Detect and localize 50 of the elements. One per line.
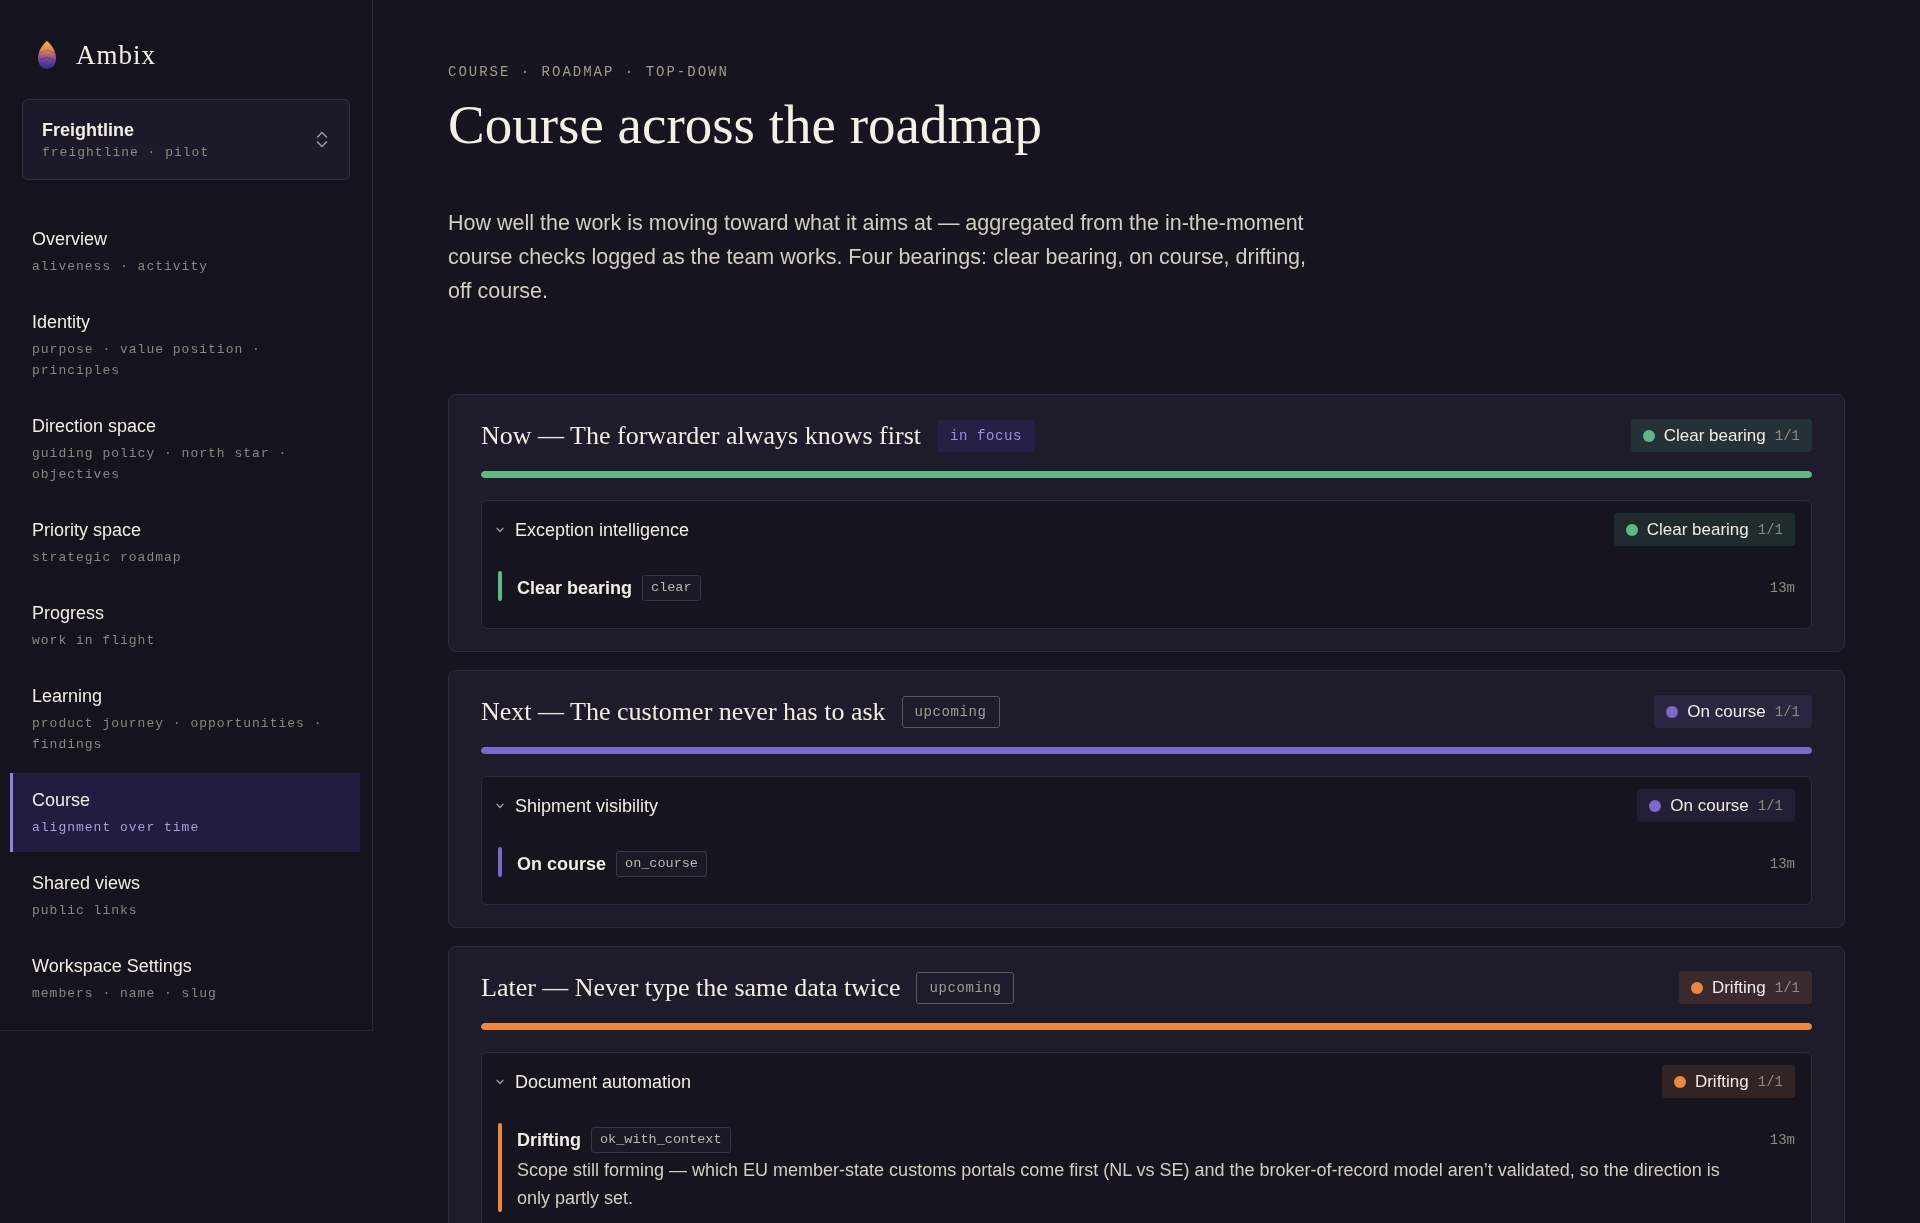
horizon-title: Next — The customer never has to ask xyxy=(481,696,886,728)
brand-name: Ambix xyxy=(76,40,156,70)
horizon-title: Later — Never type the same data twice xyxy=(481,972,901,1004)
check-code: on_course xyxy=(616,851,707,877)
gem-logo-icon xyxy=(38,41,56,69)
status-label: On course xyxy=(1687,700,1766,723)
status-count: 1/1 xyxy=(1757,796,1783,816)
nav-item[interactable]: Workspace Settings members · name · slug xyxy=(10,939,360,1018)
initiative-toggle[interactable]: Document automation xyxy=(496,1068,696,1095)
horizon-tag: upcoming xyxy=(901,695,1000,728)
check-time: 13m xyxy=(1769,1130,1795,1150)
nav-item[interactable]: Priority space strategic roadmap xyxy=(10,503,360,582)
chevron-up-down-icon xyxy=(316,131,328,148)
check-note: Scope still forming — which EU member-state customs portals come first (NL vs SE) and the broker-of-record model aren’t validated, so the direction is only partly set. xyxy=(517,1159,1721,1210)
nav-item[interactable]: Learning product journey · opportunities · findings xyxy=(10,669,360,769)
nav-item[interactable]: Identity purpose · value position · principles xyxy=(10,295,360,395)
nav-item[interactable]: Shared views public links xyxy=(10,856,360,935)
page-description: How well the work is moving toward what it aims at — aggregated from the in-the-moment course checks logged as the team works. Four bearings: clear bearing, on course, drifting, off course. xyxy=(448,210,1308,305)
status-label: On course xyxy=(1670,794,1749,817)
check-time: 13m xyxy=(1769,854,1795,874)
breadcrumb-text: COURSE · ROADMAP · TOP-DOWN xyxy=(448,63,730,82)
check-code: clear xyxy=(642,575,701,601)
nav-item[interactable]: Progress work in flight xyxy=(10,586,360,665)
workspace-switcher[interactable]: Freightline freightline · pilot xyxy=(22,99,350,180)
nav-item[interactable]: Overview aliveness · activity xyxy=(10,212,360,291)
status-label: Clear bearing xyxy=(1663,424,1766,447)
initiative-toggle[interactable]: Exception intelligence xyxy=(496,516,694,543)
status-count: 1/1 xyxy=(1774,702,1800,722)
horizon-tag: upcoming xyxy=(916,971,1015,1004)
status-count: 1/1 xyxy=(1757,520,1783,540)
check-time: 13m xyxy=(1769,578,1795,598)
page-title: Course across the roadmap xyxy=(448,95,1044,155)
status-count: 1/1 xyxy=(1774,426,1800,446)
caret-icon xyxy=(496,526,504,533)
status-label: Drifting xyxy=(1711,976,1766,999)
caret-icon xyxy=(496,1078,504,1085)
check-code: ok_with_context xyxy=(591,1127,731,1153)
status-count: 1/1 xyxy=(1757,1072,1783,1092)
nav-item[interactable]: Course alignment over time xyxy=(10,773,360,852)
initiative-toggle[interactable]: Shipment visibility xyxy=(496,792,663,819)
check-label: Clear bearing xyxy=(517,577,633,600)
status-count: 1/1 xyxy=(1774,978,1800,998)
status-label: Clear bearing xyxy=(1646,518,1749,541)
check-label: Drifting xyxy=(517,1129,581,1152)
status-label: Drifting xyxy=(1694,1070,1749,1093)
horizon-tag: in focus xyxy=(936,419,1035,452)
caret-icon xyxy=(496,802,504,809)
horizon-title: Now — The forwarder always knows first xyxy=(481,420,921,452)
nav-item[interactable]: Direction space guiding policy · north star · objectives xyxy=(10,399,360,499)
check-label: On course xyxy=(517,853,607,876)
